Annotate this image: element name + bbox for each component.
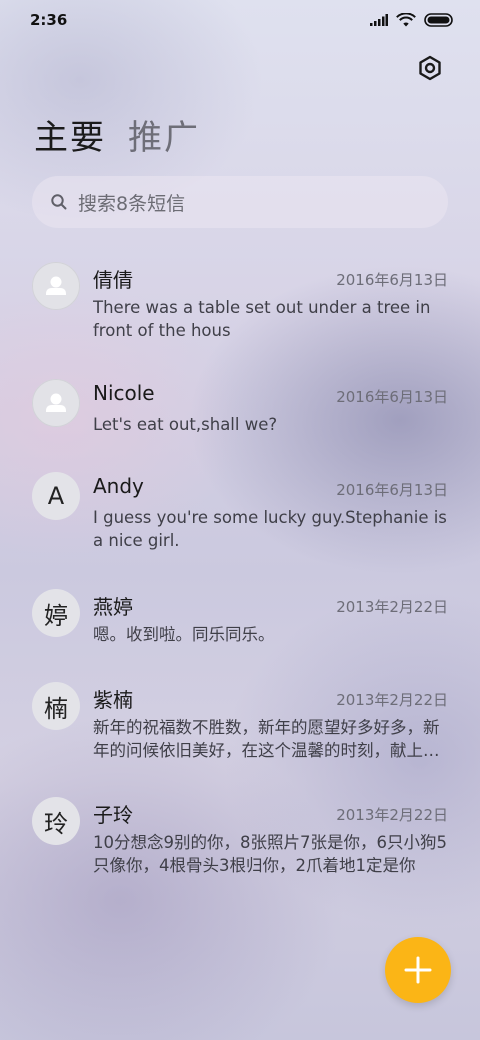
message-preview: There was a table set out under a tree i…	[93, 298, 431, 340]
conversation-item[interactable]: 倩倩 2016年6月13日 There was a table set out …	[0, 252, 480, 362]
tab-promotions[interactable]: 推广	[128, 110, 200, 159]
search-icon	[51, 194, 67, 210]
contact-name: 子玲	[93, 803, 133, 827]
search-placeholder: 搜索8条短信	[78, 192, 186, 215]
message-preview: 嗯。收到啦。同乐同乐。	[93, 625, 275, 644]
conversation-item[interactable]: 玲 子玲 2013年2月22日 10分想念9别的你，8张照片7张是你，6只小狗5…	[0, 787, 480, 897]
contact-name: 倩倩	[93, 268, 133, 292]
avatar: 楠	[32, 682, 80, 730]
contact-name: 燕婷	[93, 595, 133, 619]
status-icons	[370, 13, 454, 27]
conversation-item[interactable]: Nicole 2016年6月13日 Let's eat out,shall we…	[0, 369, 480, 459]
avatar: 玲	[32, 797, 80, 845]
compose-button[interactable]	[385, 937, 451, 1003]
tab-bar: 主要 推广	[34, 110, 200, 159]
avatar: 婷	[32, 589, 80, 637]
message-preview: Let's eat out,shall we?	[93, 415, 278, 434]
message-preview: 10分想念9别的你，8张照片7张是你，6只小狗5只像你，4根骨头3根归你，2爪着…	[93, 833, 447, 875]
settings-icon	[419, 55, 441, 81]
contact-name: 紫楠	[93, 688, 133, 712]
avatar	[32, 262, 80, 310]
conversation-item[interactable]: A Andy 2016年6月13日 I guess you're some lu…	[0, 462, 480, 572]
status-time: 2:36	[30, 11, 68, 29]
message-date: 2013年2月22日	[336, 598, 448, 616]
message-preview: 新年的祝福数不胜数，新年的愿望好多好多，新年的问候依旧美好，在这个温馨的时刻，献…	[93, 718, 440, 760]
conversation-item[interactable]: 楠 紫楠 2013年2月22日 新年的祝福数不胜数，新年的愿望好多好多，新年的问…	[0, 672, 480, 782]
conversation-item[interactable]: 婷 燕婷 2013年2月22日 嗯。收到啦。同乐同乐。	[0, 579, 480, 669]
search-bar[interactable]: 搜索8条短信	[32, 176, 448, 228]
person-icon	[32, 379, 80, 427]
contact-name: Nicole	[93, 381, 155, 405]
plus-icon	[404, 956, 432, 984]
message-date: 2016年6月13日	[336, 388, 448, 406]
message-date: 2016年6月13日	[336, 271, 448, 289]
avatar: A	[32, 472, 80, 520]
signal-icon	[370, 14, 388, 26]
wifi-icon	[396, 13, 416, 27]
avatar	[32, 379, 80, 427]
message-date: 2016年6月13日	[336, 481, 448, 499]
battery-icon	[424, 13, 453, 27]
status-bar: 2:36	[0, 0, 480, 40]
tab-primary[interactable]: 主要	[34, 110, 106, 159]
person-icon	[32, 262, 80, 310]
message-date: 2013年2月22日	[336, 806, 448, 824]
message-date: 2013年2月22日	[336, 691, 448, 709]
contact-name: Andy	[93, 474, 144, 498]
settings-button[interactable]	[416, 54, 444, 82]
message-preview: I guess you're some lucky guy.Stephanie …	[93, 508, 447, 550]
